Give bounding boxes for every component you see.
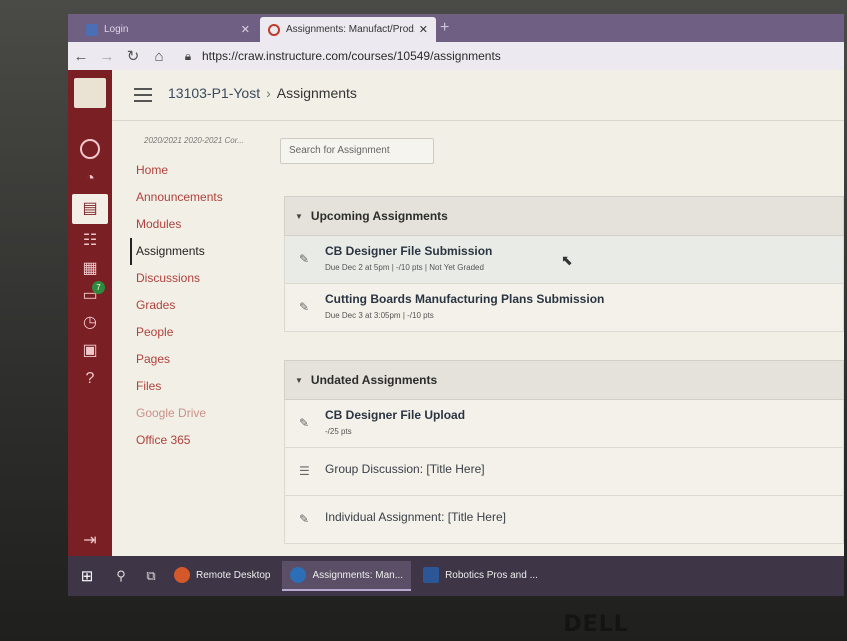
caret-down-icon: ▼ bbox=[295, 375, 303, 385]
monitor-logo: DELL bbox=[563, 612, 629, 637]
assignment-row[interactable]: ✎ Cutting Boards Manufacturing Plans Sub… bbox=[284, 284, 844, 332]
windows-taskbar: ⊞ ⚲ ⧉ Remote Desktop Assignments: Man...… bbox=[68, 556, 844, 596]
new-tab-icon[interactable]: + bbox=[440, 19, 449, 37]
windows-start-icon[interactable]: ⊞ bbox=[68, 567, 106, 585]
commons-icon[interactable]: ▣ bbox=[79, 340, 101, 362]
assignment-title[interactable]: Cutting Boards Manufacturing Plans Submi… bbox=[325, 292, 604, 306]
inbox-icon[interactable]: ▭ 7 bbox=[79, 281, 105, 307]
breadcrumb-current: Assignments bbox=[276, 85, 357, 101]
book-icon[interactable]: ▤ bbox=[72, 194, 108, 224]
assignment-title[interactable]: Group Discussion: [Title Here] bbox=[325, 462, 485, 476]
taskbar-app-browser[interactable]: Assignments: Man... bbox=[282, 561, 412, 591]
assignment-row[interactable]: ✎ CB Designer File Upload -/25 pts bbox=[284, 400, 844, 448]
assignment-title[interactable]: CB Designer File Submission bbox=[325, 244, 492, 258]
address-bar: ← → ↻ ⌂ 🔒︎ https://craw.instructure.com/… bbox=[68, 42, 844, 70]
assignment-meta: -/25 pts bbox=[325, 427, 352, 436]
calendar-icon[interactable]: ▦ bbox=[79, 258, 101, 280]
group-title: Upcoming Assignments bbox=[310, 209, 448, 223]
lock-icon: 🔒︎ bbox=[184, 48, 192, 63]
inbox-badge: 7 bbox=[92, 281, 105, 294]
course-navigation: 2020/2021 2020-2021 Cor... Home Announce… bbox=[130, 136, 270, 454]
school-logo[interactable] bbox=[74, 78, 106, 108]
assignment-title[interactable]: Individual Assignment: [Title Here] bbox=[325, 510, 506, 524]
collapse-arrow-icon[interactable]: ⇥ bbox=[79, 530, 101, 552]
assignment-icon: ✎ bbox=[299, 512, 310, 526]
course-nav-pages[interactable]: Pages bbox=[130, 346, 270, 373]
course-nav-grades[interactable]: Grades bbox=[130, 292, 270, 319]
forward-arrow-icon[interactable]: → bbox=[94, 48, 120, 65]
group-header[interactable]: ▼ Upcoming Assignments bbox=[284, 196, 844, 236]
search-input[interactable]: Search for Assignment bbox=[280, 138, 434, 164]
assignment-row[interactable]: ✎ CB Designer File Submission Due Dec 2 … bbox=[284, 236, 844, 284]
breadcrumb: 13103-P1-Yost › Assignments bbox=[168, 85, 357, 101]
assignment-meta: Due Dec 3 at 3:05pm | -/10 pts bbox=[325, 311, 434, 320]
course-nav-modules[interactable]: Modules bbox=[130, 211, 270, 238]
word-icon bbox=[423, 567, 440, 583]
tab-title: Login bbox=[104, 24, 129, 35]
breadcrumb-course-link[interactable]: 13103-P1-Yost bbox=[168, 85, 260, 101]
hamburger-menu-icon[interactable] bbox=[134, 88, 152, 106]
assignment-icon: ✎ bbox=[299, 416, 310, 430]
close-tab-icon[interactable]: ✕ bbox=[419, 23, 428, 36]
assignment-group-upcoming: ▼ Upcoming Assignments ✎ CB Designer Fil… bbox=[284, 196, 844, 332]
mouse-cursor-icon: ⬉ bbox=[561, 252, 573, 268]
term-label: 2020/2021 2020-2021 Cor... bbox=[144, 136, 244, 145]
browser-tab-bar: Login ✕ Assignments: Manufact/Prod. I-P … bbox=[68, 14, 844, 42]
course-nav-announcements[interactable]: Announcements bbox=[130, 184, 270, 211]
home-icon[interactable]: ⌂ bbox=[146, 48, 172, 65]
course-nav-home[interactable]: Home bbox=[130, 157, 270, 184]
assignment-title[interactable]: CB Designer File Upload bbox=[325, 408, 465, 422]
login-favicon-icon bbox=[86, 23, 98, 36]
taskbar-app-label: Remote Desktop bbox=[196, 569, 271, 581]
group-header[interactable]: ▼ Undated Assignments bbox=[284, 360, 844, 400]
task-view-icon[interactable]: ⧉ bbox=[136, 568, 166, 584]
canvas-favicon-icon bbox=[268, 23, 280, 36]
url-field[interactable]: https://craw.instructure.com/courses/105… bbox=[202, 49, 501, 63]
assignment-icon: ✎ bbox=[299, 300, 310, 314]
course-nav-google-drive[interactable]: Google Drive bbox=[130, 400, 270, 427]
page-header: 13103-P1-Yost › Assignments bbox=[112, 70, 844, 121]
screen: Login ✕ Assignments: Manufact/Prod. I-P … bbox=[68, 14, 844, 596]
discussion-icon: ☰ bbox=[299, 464, 310, 478]
clock-icon[interactable]: ◷ bbox=[79, 312, 101, 334]
search-icon[interactable]: ⚲ bbox=[106, 568, 136, 584]
taskbar-app-label: Robotics Pros and ... bbox=[445, 569, 538, 581]
refresh-icon[interactable]: ↻ bbox=[120, 47, 146, 65]
remote-desktop-icon bbox=[174, 567, 190, 583]
global-navigation: ◔ ▤ ☷ ▦ ▭ 7 ◷ ▣ ? ⇥ bbox=[68, 70, 112, 556]
course-nav-discussions[interactable]: Discussions bbox=[130, 265, 270, 292]
assignment-meta: Due Dec 2 at 5pm | -/10 pts | Not Yet Gr… bbox=[325, 263, 484, 272]
taskbar-app-word[interactable]: Robotics Pros and ... bbox=[415, 561, 546, 591]
assignment-group-undated: ▼ Undated Assignments ✎ CB Designer File… bbox=[284, 360, 844, 544]
group-title: Undated Assignments bbox=[310, 373, 438, 387]
course-nav-people[interactable]: People bbox=[130, 319, 270, 346]
dashboard-icon[interactable]: ◔ bbox=[79, 168, 101, 190]
close-tab-icon[interactable]: ✕ bbox=[241, 23, 250, 36]
back-arrow-icon[interactable]: ← bbox=[68, 48, 94, 65]
tab-login[interactable]: Login ✕ bbox=[78, 17, 258, 42]
assignment-row[interactable]: ☰ Group Discussion: [Title Here] bbox=[284, 448, 844, 496]
tab-title: Assignments: Manufact/Prod. I-P bbox=[286, 24, 415, 35]
help-icon[interactable]: ? bbox=[79, 368, 101, 390]
course-nav-office-365[interactable]: Office 365 bbox=[130, 427, 270, 454]
breadcrumb-separator: › bbox=[266, 85, 271, 101]
course-nav-files[interactable]: Files bbox=[130, 373, 270, 400]
groups-icon[interactable]: ☷ bbox=[79, 230, 101, 252]
user-circle-icon[interactable] bbox=[79, 138, 101, 160]
browser-icon bbox=[290, 567, 307, 583]
assignment-row[interactable]: ✎ Individual Assignment: [Title Here] bbox=[284, 496, 844, 544]
assignment-icon: ✎ bbox=[299, 252, 310, 266]
caret-down-icon: ▼ bbox=[295, 211, 303, 221]
taskbar-app-label: Assignments: Man... bbox=[312, 569, 404, 581]
course-nav-assignments[interactable]: Assignments bbox=[130, 238, 270, 265]
taskbar-app-remote-desktop[interactable]: Remote Desktop bbox=[166, 561, 278, 591]
tab-assignments[interactable]: Assignments: Manufact/Prod. I-P ✕ bbox=[260, 17, 436, 42]
